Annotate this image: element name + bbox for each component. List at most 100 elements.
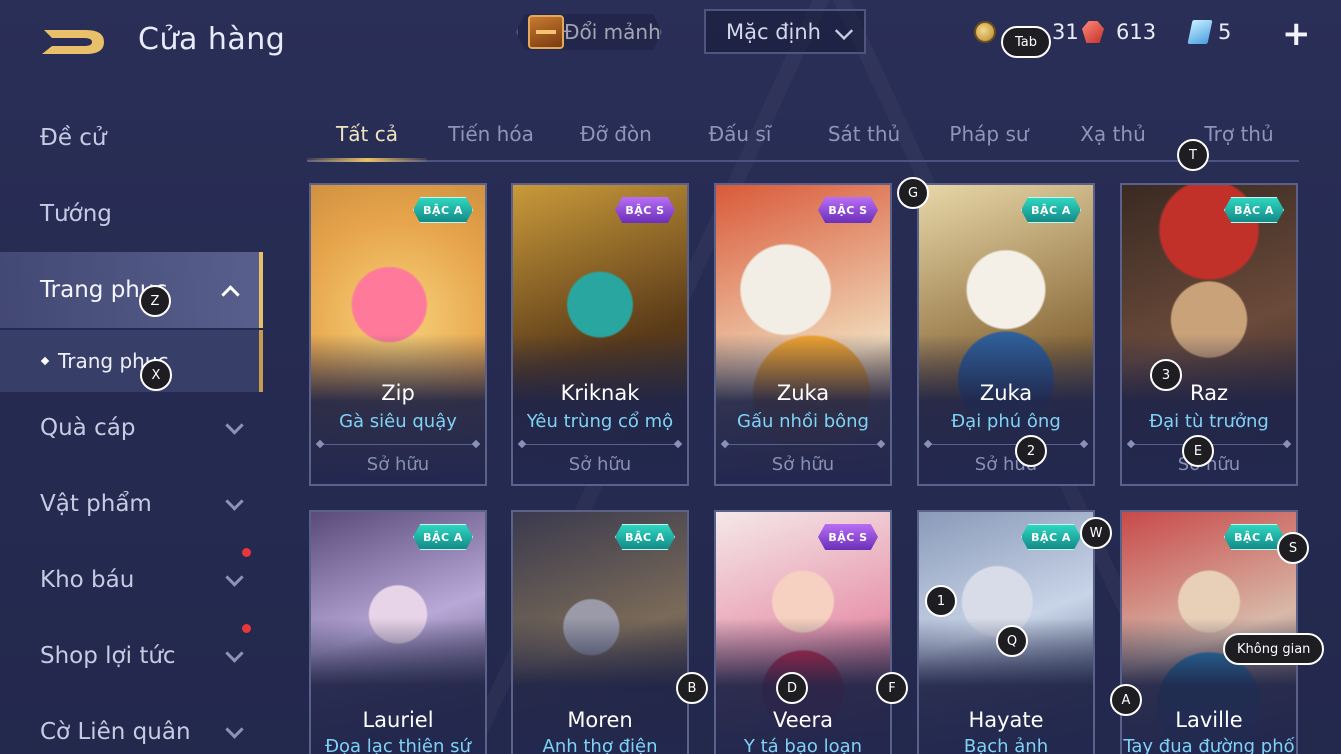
tier-badge: BẬC A [1224,197,1284,223]
skin-name: Anh thợ điện [542,736,658,754]
sidebar-item-label: Tướng [40,201,112,227]
sort-value: Mặc định [726,19,821,44]
ruby-icon [1082,21,1104,43]
hotkey-x: X [140,359,172,391]
sidebar-item-label: Cờ Liên quân [40,719,191,745]
skin-name: Tay đua đường phố [1123,736,1295,754]
tab-fighter[interactable]: Đấu sĩ [680,122,800,146]
card-shade [513,618,687,754]
tier-badge: BẬC A [1224,524,1284,550]
hotkey-q: Q [996,625,1028,657]
sidebar-subitem-skins[interactable]: Trang phục [0,330,263,392]
notification-dot [242,624,251,633]
sidebar-item-skins[interactable]: Trang phục [0,252,263,328]
hotkey-z: Z [139,285,171,317]
sidebar-item-label: Đề cử [40,125,107,151]
hotkey-1: 1 [925,585,957,617]
hero-name: Hayate [968,708,1044,732]
chevron-down-icon [225,492,244,511]
page-title: Cửa hàng [138,22,286,57]
sidebar-item-featured[interactable]: Đề cử [0,100,263,176]
gold-coin-icon [974,21,996,43]
tier-badge: BẬC S [818,197,878,223]
ownership-status: Sở hữu [771,454,835,475]
tier-badge: BẬC S [615,197,675,223]
skin-card[interactable]: BẬC A Zip Gà siêu quậy Sở hữu [309,183,487,486]
skin-name: Gà siêu quậy [339,411,457,432]
hotkey-s: S [1277,532,1309,564]
ownership-status: Sở hữu [568,454,632,475]
tab-evolution[interactable]: Tiến hóa [431,122,551,146]
hero-name: Raz [1189,381,1229,405]
skin-name: Đại tù trưởng [1149,411,1269,432]
skin-name: Bạch ảnh [963,736,1049,754]
tier-badge: BẬC S [818,524,878,550]
tab-tank[interactable]: Đỡ đòn [556,122,676,146]
skin-card[interactable]: BẬC S Veera Y tá bạo loạn [714,510,892,754]
card-shade [311,618,485,754]
sidebar-item-label: Vật phẩm [40,491,152,517]
chest-icon [528,15,564,49]
skin-name: Yêu trùng cổ mộ [526,411,674,432]
hotkey-b: B [676,672,708,704]
skin-name: Đại phú ông [951,411,1061,432]
voucher-amount: 5 [1218,20,1232,44]
skin-card[interactable]: BẬC A Lauriel Đọa lạc thiên sứ [309,510,487,754]
hotkey-f: F [876,672,908,704]
hotkey-e: E [1182,435,1214,467]
divider [521,444,679,445]
hotkey-space: Không gian [1223,633,1325,665]
skin-card[interactable]: BẬC S Zuka Gấu nhồi bông Sở hữu [714,183,892,486]
exchange-fragments-button[interactable]: Đổi mảnh [516,14,662,50]
gold-amount: 31 [1052,20,1079,44]
tab-assassin[interactable]: Sát thủ [804,122,924,146]
ruby-currency: 613 [1082,20,1156,44]
sidebar: Đề cử Tướng Trang phục Trang phục Quà cá… [0,100,263,754]
sidebar-item-label: Quà cáp [40,415,136,441]
ownership-status: Sở hữu [366,454,430,475]
divider [319,444,477,445]
chevron-up-icon [221,285,240,304]
tab-mage[interactable]: Pháp sư [929,122,1049,146]
hero-name: Zuka [979,381,1033,405]
hero-name: Zuka [776,381,830,405]
sidebar-item-gifts[interactable]: Quà cáp [0,390,263,466]
hero-name: Moren [567,708,633,732]
hotkey-w: W [1080,517,1112,549]
chevron-down-icon [225,720,244,739]
voucher-currency: 5 [1187,20,1232,44]
sidebar-item-heroes[interactable]: Tướng [0,176,263,252]
sidebar-item-rewards-shop[interactable]: Shop lợi tức [0,618,263,694]
hotkey-a: A [1110,684,1142,716]
skin-card[interactable]: BẬC A Laville Tay đua đường phố [1120,510,1298,754]
sidebar-item-chess[interactable]: Cờ Liên quân [0,694,263,754]
skin-name: Y tá bạo loạn [743,736,863,754]
chevron-down-icon [225,644,244,663]
active-tab-indicator [307,158,427,162]
bullet-icon [40,356,50,366]
sidebar-item-items[interactable]: Vật phẩm [0,466,263,542]
sort-dropdown[interactable]: Mặc định [704,9,866,54]
ownership-status: Sở hữu [974,454,1038,475]
hotkey-d: D [776,672,808,704]
divider [927,444,1085,445]
hotkey-g: G [897,177,929,209]
ruby-amount: 613 [1116,20,1157,44]
back-button[interactable] [38,22,110,62]
hero-name: Zip [381,381,415,405]
tier-badge: BẬC A [413,197,473,223]
back-arrow-icon [42,30,104,54]
tier-badge: BẬC A [1021,197,1081,223]
skin-name: Gấu nhồi bông [737,411,869,432]
skin-card[interactable]: BẬC A Zuka Đại phú ông Sở hữu [917,183,1095,486]
sidebar-item-treasure[interactable]: Kho báu [0,542,263,618]
sidebar-item-label: Kho báu [40,567,135,593]
chevron-down-icon [225,568,244,587]
tab-all[interactable]: Tất cả [307,122,427,146]
chevron-down-icon [834,21,854,41]
tab-marksman[interactable]: Xạ thủ [1053,122,1173,146]
skin-card[interactable]: BẬC S Kriknak Yêu trùng cổ mộ Sở hữu [511,183,689,486]
hotkey-t: T [1177,139,1209,171]
add-currency-button[interactable]: + [1282,14,1311,54]
skin-card[interactable]: BẬC A Moren Anh thợ điện [511,510,689,754]
